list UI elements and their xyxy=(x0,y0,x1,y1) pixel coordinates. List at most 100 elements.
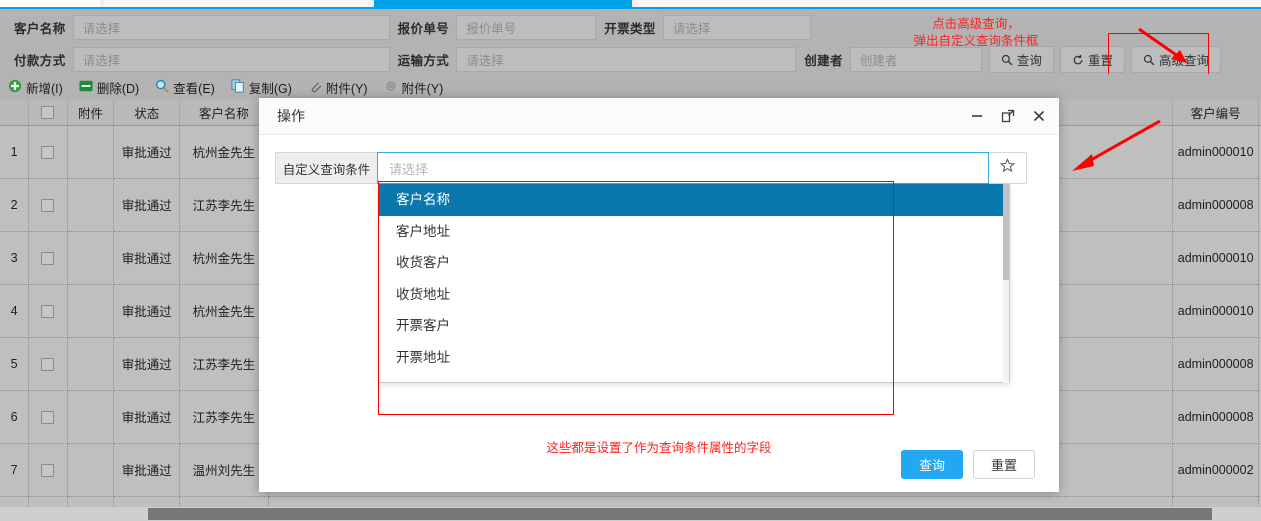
label-quote-no: 报价单号 xyxy=(397,22,450,36)
select-all-checkbox[interactable] xyxy=(41,106,55,120)
row-checkbox-cell[interactable] xyxy=(28,231,68,285)
row-checkbox[interactable] xyxy=(41,304,55,318)
favorite-button[interactable] xyxy=(989,152,1027,184)
row-checkbox[interactable] xyxy=(41,410,55,424)
label-shipping-method: 运输方式 xyxy=(397,54,450,68)
input-quote-no[interactable]: 报价单号 xyxy=(456,15,597,40)
input-shipping-method[interactable]: 请选择 xyxy=(456,47,797,72)
input-invoice-type[interactable]: 请选择 xyxy=(662,15,811,40)
toolbar-add-label: 新增(I) xyxy=(26,81,63,96)
toolbar-view-label: 查看(E) xyxy=(173,81,215,96)
row-checkbox[interactable] xyxy=(41,357,55,371)
row-customer-name: 江苏李先生 xyxy=(179,178,269,232)
row-customer-name: 杭州金先生 xyxy=(179,231,269,285)
row-attachment xyxy=(67,390,115,444)
modal-title: 操作 xyxy=(277,108,305,124)
label-creator: 创建者 xyxy=(804,54,843,68)
row-checkbox-cell[interactable] xyxy=(28,337,68,391)
maximize-icon[interactable] xyxy=(1000,108,1016,124)
plus-circle-icon xyxy=(8,79,22,96)
toolbar-copy[interactable]: 复制(G) xyxy=(231,78,292,97)
row-customer-code: admin000010 xyxy=(1172,231,1260,285)
row-checkbox-cell[interactable] xyxy=(28,284,68,338)
reset-button-label: 重置 xyxy=(1087,54,1113,68)
search-button[interactable]: 查询 xyxy=(988,46,1054,73)
dropdown-option-0[interactable]: 客户名称 xyxy=(379,184,1009,216)
custom-query-condition-dropdown[interactable]: 客户名称 客户地址 收货客户 收货地址 开票客户 开票地址 xyxy=(378,184,1010,383)
input-creator[interactable]: 创建者 xyxy=(849,47,982,72)
annotation-arrow-bottom xyxy=(1060,118,1165,181)
label-customer-name: 客户名称 xyxy=(14,22,66,36)
row-attachment xyxy=(67,337,115,391)
modal-header: 操作 xyxy=(259,98,1059,135)
row-index: 4 xyxy=(0,284,30,338)
modal-window-controls xyxy=(969,108,1047,124)
toolbar-attachment-settings[interactable]: 附件(Y) xyxy=(384,78,444,97)
close-icon[interactable] xyxy=(1031,108,1047,124)
minimize-icon[interactable] xyxy=(969,108,985,124)
modal-footer: 查询 重置 xyxy=(259,436,1059,492)
row-checkbox-cell[interactable] xyxy=(28,125,68,179)
copy-icon xyxy=(231,78,245,96)
dropdown-option-5[interactable]: 开票地址 xyxy=(379,342,1009,374)
row-status: 审批通过 xyxy=(113,337,181,391)
col-customer-code[interactable]: 客户编号 xyxy=(1172,100,1260,126)
star-icon xyxy=(999,157,1016,178)
row-status: 审批通过 xyxy=(113,284,181,338)
custom-query-condition-select[interactable]: 请选择 xyxy=(377,152,989,184)
dropdown-scrollbar[interactable] xyxy=(1003,184,1009,383)
col-attachment[interactable]: 附件 xyxy=(67,100,115,126)
row-customer-code: admin000008 xyxy=(1172,178,1260,232)
toolbar-view[interactable]: 查看(E) xyxy=(155,78,215,97)
toolbar-attachment[interactable]: 附件(Y) xyxy=(308,78,368,97)
toolbar-copy-label: 复制(G) xyxy=(248,81,292,96)
modal-reset-button[interactable]: 重置 xyxy=(972,449,1035,479)
toolbar-delete[interactable]: 删除(D) xyxy=(79,78,139,97)
search-button-label: 查询 xyxy=(1016,54,1042,68)
magnifier-icon xyxy=(155,79,169,96)
dropdown-scrollbar-thumb[interactable] xyxy=(1003,184,1009,280)
minus-box-icon xyxy=(79,80,93,95)
col-select-all[interactable] xyxy=(28,100,68,126)
col-status[interactable]: 状态 xyxy=(113,100,181,126)
reset-button[interactable]: 重置 xyxy=(1059,46,1125,73)
toolbar-attachment-label: 附件(Y) xyxy=(325,81,368,96)
dropdown-option-4[interactable]: 开票客户 xyxy=(379,310,1009,342)
toolbar-delete-label: 删除(D) xyxy=(96,81,140,96)
input-customer-name[interactable]: 请选择 xyxy=(72,15,390,40)
row-customer-code: admin000008 xyxy=(1172,337,1260,391)
row-customer-name: 杭州金先生 xyxy=(179,284,269,338)
label-payment-method: 付款方式 xyxy=(14,54,66,68)
row-customer-name: 江苏李先生 xyxy=(179,337,269,391)
row-attachment xyxy=(67,231,115,285)
advanced-search-modal: 操作 自定义查询条件 请选择 客户名称 客户地址 收货客户 收货地址 开票客户 … xyxy=(259,98,1059,492)
col-customer-name[interactable]: 客户名称 xyxy=(179,100,269,126)
row-checkbox-cell[interactable] xyxy=(28,390,68,444)
toolbar-attachment-settings-label: 附件(Y) xyxy=(401,81,444,96)
custom-query-condition-label: 自定义查询条件 xyxy=(275,152,377,184)
app-root: 客户名称 请选择 报价单号 报价单号 开票类型 请选择 付款方式 请选择 运输方… xyxy=(0,0,1261,521)
row-checkbox[interactable] xyxy=(41,198,55,212)
row-customer-code: admin000002 xyxy=(1172,443,1260,497)
row-index: 7 xyxy=(0,443,30,497)
toolbar-add[interactable]: 新增(I) xyxy=(8,78,63,97)
dropdown-option-1[interactable]: 客户地址 xyxy=(379,216,1009,248)
row-status: 审批通过 xyxy=(113,231,181,285)
row-customer-name: 江苏李先生 xyxy=(179,390,269,444)
row-checkbox[interactable] xyxy=(41,145,55,159)
horizontal-scrollbar[interactable] xyxy=(0,507,1261,521)
row-status: 审批通过 xyxy=(113,178,181,232)
row-customer-name: 杭州金先生 xyxy=(179,125,269,179)
search-icon xyxy=(1001,54,1013,66)
row-checkbox-cell[interactable] xyxy=(28,178,68,232)
col-index xyxy=(0,100,30,126)
modal-search-button[interactable]: 查询 xyxy=(900,449,963,479)
input-payment-method[interactable]: 请选择 xyxy=(72,47,390,72)
modal-body: 自定义查询条件 请选择 客户名称 客户地址 收货客户 收货地址 开票客户 开票地… xyxy=(259,135,1059,455)
horizontal-scrollbar-thumb[interactable] xyxy=(148,508,1212,520)
row-checkbox[interactable] xyxy=(41,251,55,265)
dropdown-option-2[interactable]: 收货客户 xyxy=(379,247,1009,279)
row-checkbox-cell[interactable] xyxy=(28,443,68,497)
row-checkbox[interactable] xyxy=(41,463,55,477)
dropdown-option-3[interactable]: 收货地址 xyxy=(379,279,1009,311)
